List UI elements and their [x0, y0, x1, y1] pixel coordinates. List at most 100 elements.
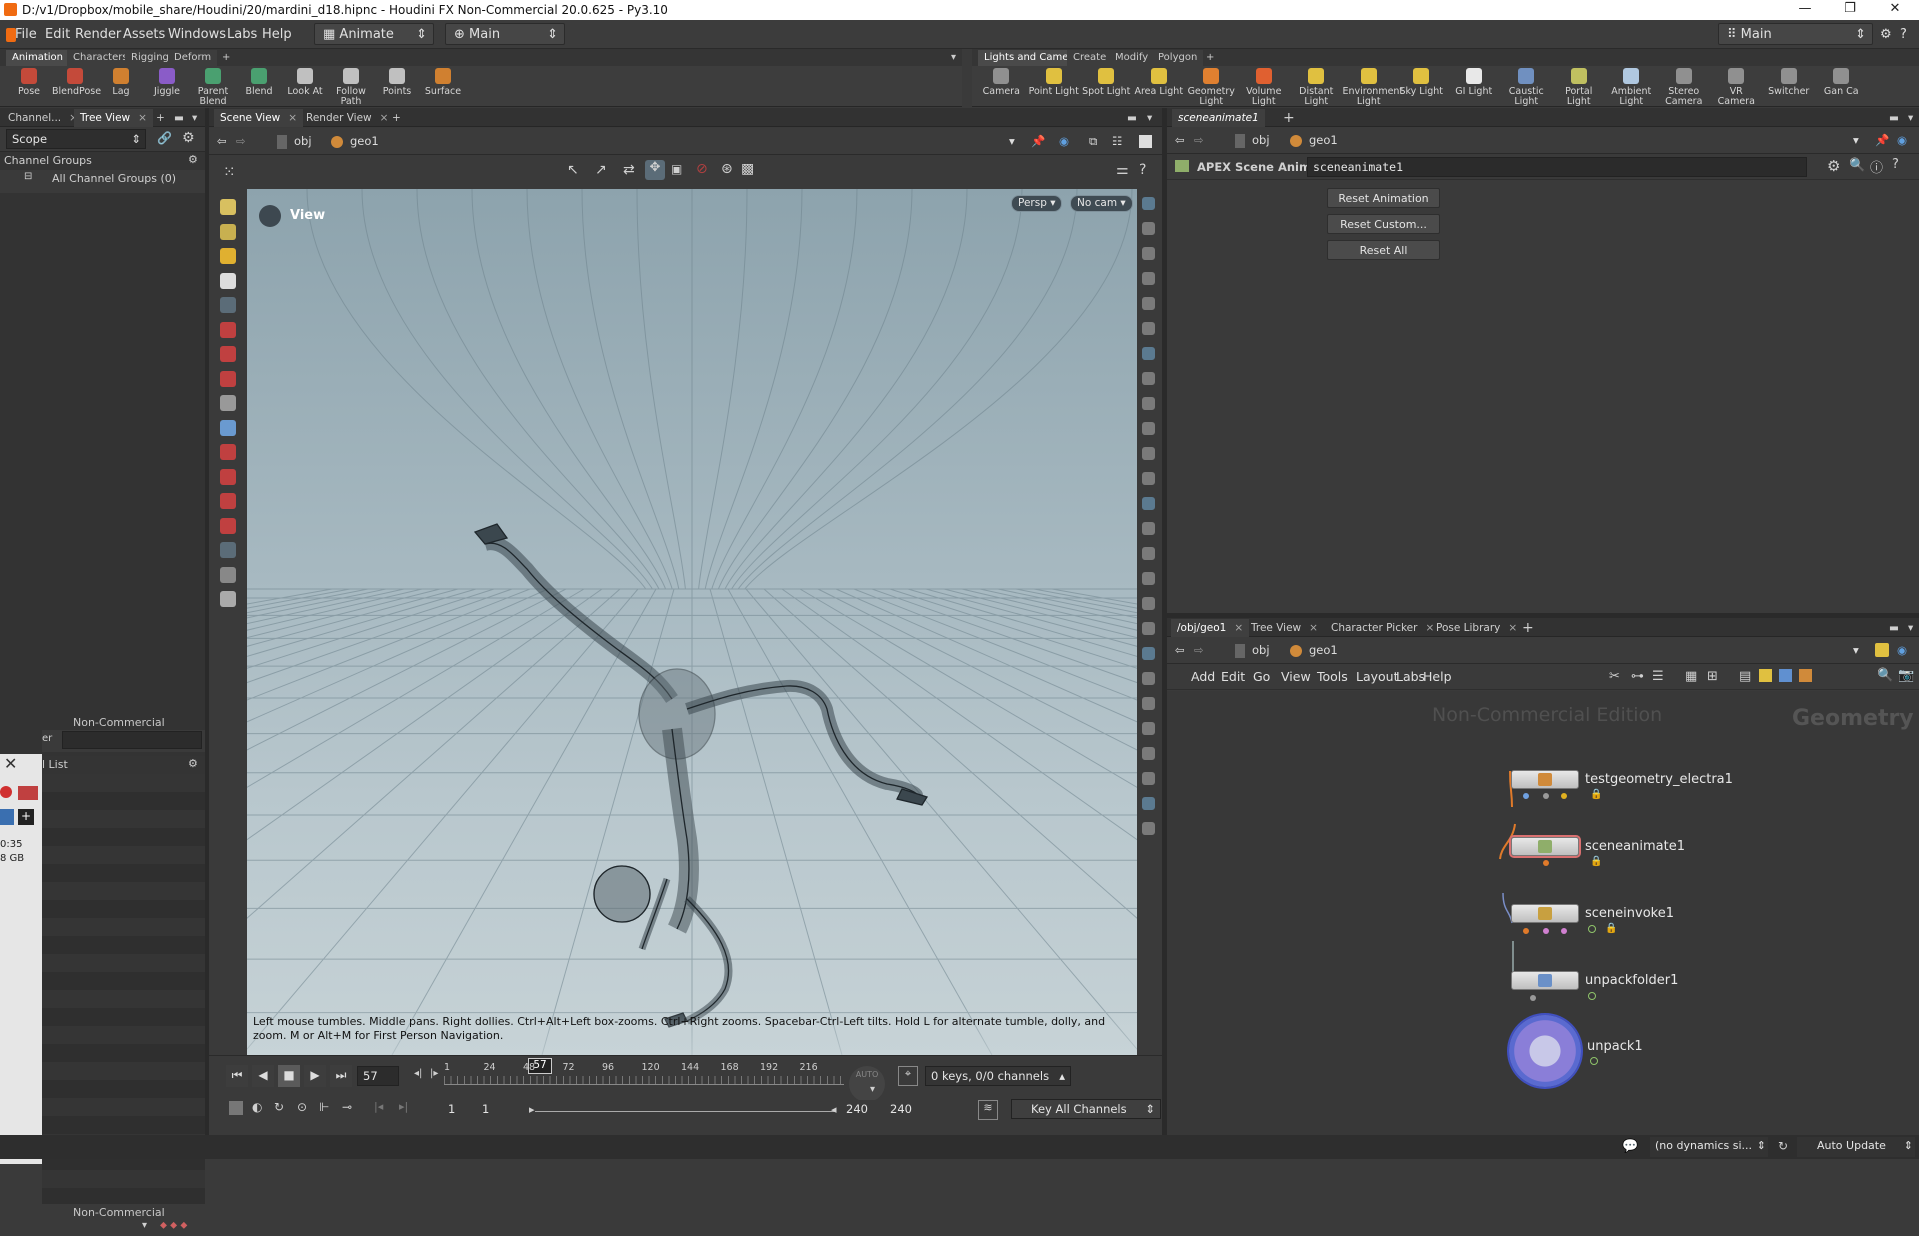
network-menu-help[interactable]: Help: [1423, 669, 1452, 684]
viewport-option-icon[interactable]: [1142, 372, 1155, 385]
shelf-tool-points[interactable]: Points: [374, 68, 420, 97]
path-dropdown-icon[interactable]: ▾: [1009, 133, 1015, 151]
pose-mode-icon[interactable]: ✥: [645, 160, 665, 180]
shelf-menu-icon[interactable]: ▾: [945, 50, 962, 66]
shelf-tab-characters[interactable]: Characters: [67, 50, 134, 66]
gear-icon[interactable]: ⚙: [182, 130, 195, 146]
link-icon[interactable]: 🔗: [157, 131, 172, 145]
refresh-icon[interactable]: ↻: [1778, 1139, 1788, 1153]
view-camera-icon[interactable]: [259, 205, 281, 227]
timeline[interactable]: 57 1 24 48 72 96 120 144 168 192 216: [444, 1058, 844, 1092]
3d-viewport[interactable]: View Persp ▾ No cam ▾ Left mouse tumbles…: [247, 189, 1137, 1055]
viewport-option-icon[interactable]: [1142, 222, 1155, 235]
pane-layout-icon[interactable]: ▬: [1121, 109, 1143, 127]
path-dropdown-icon[interactable]: ▾: [1853, 132, 1859, 150]
network-menu-tools[interactable]: Tools: [1317, 669, 1348, 684]
tools-icon[interactable]: ✂: [1609, 669, 1620, 684]
shelf-tool-follow-path[interactable]: Follow Path: [328, 68, 374, 107]
shelf-tool-distant-light[interactable]: Distant Light: [1290, 68, 1343, 107]
shelf-tool-vr-camera[interactable]: VR Camera: [1710, 68, 1763, 107]
gear-icon[interactable]: ⚙: [1827, 157, 1840, 175]
pin-network-icon[interactable]: [1875, 643, 1889, 657]
node-unpack1[interactable]: [1509, 1015, 1581, 1087]
node-connector-dot[interactable]: [1523, 928, 1529, 934]
stop-button[interactable]: ■: [278, 1065, 300, 1087]
tree-icon[interactable]: ⊶: [1631, 669, 1644, 684]
keyframe-icon[interactable]: ⌖: [898, 1066, 918, 1086]
range-handle-right[interactable]: ◂: [831, 1103, 837, 1116]
transform-tool-icon[interactable]: ⇄: [623, 162, 635, 178]
tab-sceneanimate1[interactable]: sceneanimate1: [1172, 109, 1265, 127]
pane-menu-icon[interactable]: ▾: [1902, 619, 1919, 637]
shelf-tool-geometry-light[interactable]: Geometry Light: [1185, 68, 1238, 107]
node-connector-dot[interactable]: [1543, 928, 1549, 934]
shelf-tool-caustic-light[interactable]: Caustic Light: [1500, 68, 1553, 107]
expand-up-icon[interactable]: ▴: [1059, 1069, 1065, 1083]
magnet-red-icon[interactable]: [220, 493, 236, 509]
node-connector-dot[interactable]: [1543, 793, 1549, 799]
menu-edit[interactable]: Edit: [45, 27, 70, 42]
key-icon[interactable]: ≋: [978, 1100, 998, 1120]
pose-icon[interactable]: [220, 223, 236, 240]
reset-animation-button[interactable]: Reset Animation: [1327, 188, 1440, 208]
add-tab-icon[interactable]: +: [1516, 617, 1540, 636]
shelf-tool-camera[interactable]: Camera: [975, 68, 1028, 97]
viewport-option-icon[interactable]: [1142, 547, 1155, 560]
pin-icon[interactable]: 📌: [1875, 132, 1889, 150]
range-handle-left[interactable]: ▸: [529, 1103, 535, 1116]
forward-icon[interactable]: ⇨: [1194, 642, 1204, 660]
pose-tool-icon[interactable]: ↗: [595, 162, 607, 178]
range-end-field-2[interactable]: 240: [885, 1100, 925, 1120]
close-tab-icon[interactable]: ×: [1234, 622, 1243, 634]
shelf-tool-blendpose[interactable]: BlendPose: [52, 68, 101, 97]
viewport-option-icon[interactable]: [1142, 572, 1155, 585]
viewport-option-icon[interactable]: [1142, 647, 1155, 660]
shelf-tool-environment-light[interactable]: Environment Light: [1343, 68, 1403, 107]
viewport-option-icon[interactable]: [1142, 272, 1155, 285]
link-status-icon[interactable]: ◉: [1897, 132, 1907, 150]
window-settings-icon[interactable]: ⚙: [1880, 27, 1892, 42]
grid-dots-icon[interactable]: ⁙: [223, 163, 236, 181]
link-status-icon[interactable]: ◉: [1897, 642, 1907, 660]
help-icon[interactable]: ?: [1900, 27, 1907, 42]
auto-update-select[interactable]: Auto Update ⇕: [1797, 1137, 1915, 1157]
viewport-option-icon[interactable]: [1142, 722, 1155, 735]
path-obj[interactable]: obj: [294, 133, 312, 151]
desktop-select-right[interactable]: ⠿ Main ⇕: [1718, 23, 1873, 45]
range-slider[interactable]: [535, 1111, 835, 1112]
lock-icon[interactable]: 🔒: [1605, 923, 1617, 934]
maximize-button[interactable]: ❐: [1830, 1, 1870, 19]
viewport-option-icon[interactable]: [1142, 672, 1155, 685]
search-icon[interactable]: 🔍: [1877, 668, 1893, 683]
display-flag-icon[interactable]: [1590, 1057, 1598, 1065]
tab-obj-geo1[interactable]: /obj/geo1 ×: [1171, 619, 1250, 637]
viewport-option-icon[interactable]: [1142, 772, 1155, 785]
tab-channel[interactable]: Channel...×: [2, 109, 84, 127]
sync-icon[interactable]: ⊙: [297, 1100, 307, 1114]
help-icon[interactable]: ?: [1892, 157, 1899, 172]
network-menu-go[interactable]: Go: [1253, 669, 1270, 684]
shelf-tab-modify[interactable]: Modify: [1109, 50, 1155, 66]
scope-select[interactable]: Scope ⇕: [6, 129, 146, 149]
path-geo1[interactable]: geo1: [1309, 132, 1338, 150]
viewport-option-icon[interactable]: [1142, 797, 1155, 810]
node-connector-dot[interactable]: [1523, 793, 1529, 799]
node-connector-dot[interactable]: [1561, 793, 1567, 799]
node-connector-dot[interactable]: [1543, 860, 1549, 866]
tab-render-view[interactable]: Render View ×: [300, 109, 394, 127]
layout-grid-icon[interactable]: ⊞: [1707, 669, 1718, 684]
display-flag-icon[interactable]: [1588, 925, 1596, 933]
key-all-channels-button[interactable]: Key All Channels ⇕: [1011, 1099, 1161, 1119]
viewport-option-icon[interactable]: [1142, 747, 1155, 760]
link-status-icon[interactable]: ◉: [1059, 133, 1069, 151]
sticky-note-icon[interactable]: [1759, 669, 1772, 682]
menu-windows[interactable]: Windows: [168, 27, 226, 42]
range-icon[interactable]: ⊩: [319, 1100, 329, 1114]
network-menu-add[interactable]: Add: [1191, 669, 1215, 684]
range-end-icon[interactable]: ▸|: [399, 1100, 408, 1113]
viewport-option-icon[interactable]: [1142, 622, 1155, 635]
camera-icon[interactable]: 📷: [1898, 668, 1914, 683]
viewport-option-icon[interactable]: [1142, 522, 1155, 535]
close-tab-icon[interactable]: ×: [1309, 622, 1318, 634]
lock-icon[interactable]: 🔒: [1590, 856, 1602, 867]
